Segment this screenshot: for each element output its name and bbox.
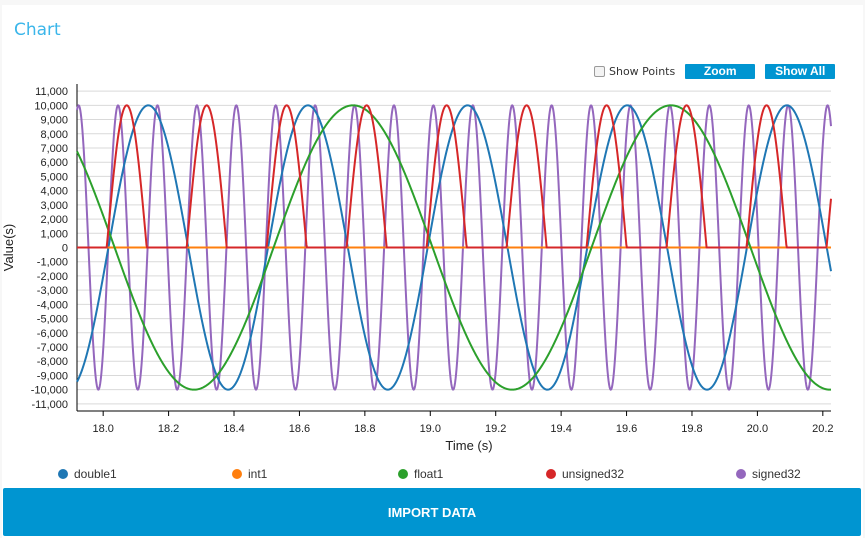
- y-axis: 11,000 10,000 9,000 8,000 7,000 6,000 5,000 4,0…: [31, 84, 78, 411]
- page-title: Chart: [14, 20, 61, 40]
- legend-label: float1: [414, 467, 444, 481]
- zoom-button[interactable]: Zoom: [685, 63, 756, 79]
- x-tick-label: 19.2: [485, 423, 506, 435]
- x-tick-label: 20.0: [747, 423, 768, 435]
- show-points-checkbox[interactable]: [594, 65, 605, 77]
- y-tick-label: 10,000: [34, 100, 68, 112]
- x-tick-label: 18.6: [289, 423, 310, 435]
- legend-dot-icon: [232, 469, 242, 479]
- legend-label: int1: [248, 467, 268, 481]
- y-tick-label: 9,000: [40, 115, 68, 127]
- x-axis-label: Time (s): [445, 438, 492, 453]
- show-all-button[interactable]: Show All: [765, 63, 836, 79]
- legend-label: unsigned32: [562, 467, 625, 481]
- y-tick-label: 4,000: [40, 186, 68, 198]
- line-chart[interactable]: 11,000 10,000 9,000 8,000 7,000 6,000 5,000 4,0…: [0, 80, 865, 465]
- y-tick-label: 3,000: [40, 200, 68, 212]
- y-tick-label: 1,000: [40, 228, 68, 240]
- y-tick-label: -1,000: [37, 257, 68, 269]
- x-tick-label: 19.8: [681, 423, 702, 435]
- legend-item-float1[interactable]: float1: [398, 467, 443, 481]
- y-tick-label: -3,000: [37, 285, 68, 297]
- x-tick-label: 18.0: [92, 423, 113, 435]
- show-points-label[interactable]: Show Points: [609, 65, 675, 78]
- y-tick-label: 6,000: [40, 157, 68, 169]
- legend-label: double1: [74, 467, 117, 481]
- chart-controls: Show Points Zoom Show All: [594, 63, 836, 79]
- legend-item-int1[interactable]: int1: [232, 467, 267, 481]
- x-tick-label: 18.8: [354, 423, 375, 435]
- y-tick-label: 7,000: [40, 143, 68, 155]
- y-tick-label: -10,000: [31, 385, 68, 397]
- x-tick-label: 19.0: [420, 423, 441, 435]
- y-tick-label: -6,000: [37, 328, 68, 340]
- y-tick-label: 5,000: [40, 171, 68, 183]
- x-axis: 18.0 18.2 18.4 18.6 18.8 19.0 19.2 19.4 19.6 19.8…: [77, 410, 834, 435]
- x-tick-label: 18.4: [223, 423, 244, 435]
- y-tick-label: 2,000: [40, 214, 68, 226]
- legend-label: signed32: [752, 467, 801, 481]
- legend-dot-icon: [736, 469, 746, 479]
- legend-dot-icon: [546, 469, 556, 479]
- legend-dot-icon: [58, 469, 68, 479]
- y-tick-label: -4,000: [37, 299, 68, 311]
- legend-item-double1[interactable]: double1: [58, 467, 117, 481]
- y-tick-label: 0: [62, 243, 68, 255]
- y-tick-label: -11,000: [32, 399, 69, 411]
- x-tick-label: 19.6: [616, 423, 637, 435]
- x-tick-label: 18.2: [158, 423, 179, 435]
- legend-item-unsigned32[interactable]: unsigned32: [546, 467, 624, 481]
- y-tick-label: 8,000: [40, 129, 68, 141]
- y-tick-label: -5,000: [37, 314, 68, 326]
- legend-dot-icon: [398, 469, 408, 479]
- x-tick-label: 19.4: [550, 423, 571, 435]
- chart-legend: double1 int1 float1 unsigned32 signed32: [0, 467, 865, 483]
- y-tick-label: -2,000: [37, 271, 68, 283]
- y-tick-label: 11,000: [35, 86, 68, 98]
- legend-item-signed32[interactable]: signed32: [736, 467, 801, 481]
- import-data-button[interactable]: IMPORT DATA: [3, 488, 861, 536]
- y-tick-label: -7,000: [37, 342, 68, 354]
- y-tick-label: -9,000: [37, 370, 68, 382]
- x-tick-label: 20.2: [812, 423, 833, 435]
- y-tick-label: -8,000: [37, 356, 68, 368]
- y-axis-label: Value(s): [1, 224, 16, 271]
